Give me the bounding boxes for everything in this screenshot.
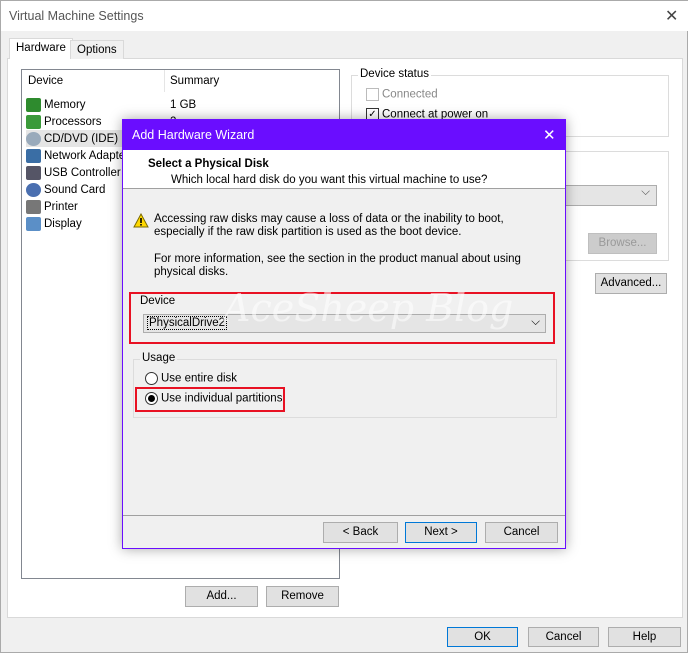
- device-dropdown[interactable]: PhysicalDrive2 ⌵: [143, 314, 546, 333]
- warning-text: Accessing raw disks may cause a loss of …: [154, 213, 504, 238]
- device-name: Memory: [44, 98, 86, 111]
- add-hardware-wizard-dialog: Add Hardware Wizard ✕ Select a Physical …: [122, 119, 566, 549]
- back-button[interactable]: < Back: [323, 522, 398, 543]
- connected-label: Connected: [382, 88, 438, 101]
- usage-label: Usage: [140, 352, 178, 364]
- device-name: Processors: [44, 115, 102, 128]
- display-icon: [26, 216, 41, 231]
- device-name: Display: [44, 217, 82, 230]
- wizard-title-bar: Add Hardware Wizard ✕: [123, 120, 565, 150]
- device-name: Printer: [44, 200, 78, 213]
- info-text: For more information, see the section in…: [154, 253, 521, 278]
- use-entire-disk-label: Use entire disk: [161, 372, 238, 385]
- use-individual-partitions-label: Use individual partitions: [161, 392, 283, 405]
- device-dropdown-value: PhysicalDrive2: [147, 316, 228, 330]
- browse-button[interactable]: Browse...: [588, 233, 657, 254]
- use-individual-partitions-radio[interactable]: Use individual partitions: [145, 392, 282, 405]
- network-adapter-icon: [26, 148, 41, 163]
- device-name: Sound Card: [44, 183, 106, 196]
- window-title: Virtual Machine Settings: [9, 9, 144, 23]
- device-summary: 1 GB: [170, 98, 197, 111]
- device-name: Network Adapter: [44, 149, 130, 162]
- device-row[interactable]: Memory 1 GB: [26, 96, 336, 113]
- use-entire-disk-radio[interactable]: Use entire disk: [145, 372, 237, 385]
- chevron-down-icon: ⌵: [531, 316, 540, 328]
- column-device[interactable]: Device: [28, 75, 63, 87]
- chevron-down-icon: ⌵: [641, 186, 650, 198]
- tab-hardware[interactable]: Hardware: [9, 38, 73, 59]
- printer-icon: [26, 199, 41, 214]
- sound-card-icon: [26, 182, 41, 197]
- advanced-button[interactable]: Advanced...: [595, 273, 667, 294]
- wizard-header: Select a Physical Disk Which local hard …: [123, 150, 565, 189]
- processor-icon: [26, 114, 41, 129]
- next-button[interactable]: Next >: [405, 522, 477, 543]
- wizard-title: Add Hardware Wizard: [132, 128, 255, 142]
- title-bar: Virtual Machine Settings ✕: [1, 1, 688, 31]
- tab-options[interactable]: Options: [70, 40, 124, 59]
- help-button[interactable]: Help: [608, 627, 681, 647]
- wizard-cancel-button[interactable]: Cancel: [485, 522, 558, 543]
- remove-button[interactable]: Remove: [266, 586, 339, 607]
- device-name: USB Controller: [44, 166, 121, 179]
- wizard-subheading: Which local hard disk do you want this v…: [171, 174, 488, 186]
- warning-icon: [133, 213, 149, 228]
- device-group-label: Device: [140, 295, 176, 307]
- cancel-button[interactable]: Cancel: [528, 627, 599, 647]
- connection-dropdown[interactable]: ⌵: [560, 185, 657, 206]
- column-divider: [164, 70, 165, 92]
- add-button[interactable]: Add...: [185, 586, 258, 607]
- device-status-label: Device status: [358, 68, 432, 80]
- close-icon[interactable]: ✕: [665, 6, 678, 26]
- column-summary[interactable]: Summary: [170, 75, 219, 87]
- device-name: CD/DVD (IDE): [44, 132, 119, 145]
- memory-icon: [26, 97, 41, 112]
- wizard-heading: Select a Physical Disk: [148, 158, 269, 170]
- usb-icon: [26, 165, 41, 180]
- ok-button[interactable]: OK: [447, 627, 518, 647]
- close-icon[interactable]: ✕: [543, 126, 556, 144]
- connected-checkbox[interactable]: Connected: [366, 88, 438, 101]
- separator: [123, 515, 565, 516]
- cd-dvd-icon: [26, 131, 41, 146]
